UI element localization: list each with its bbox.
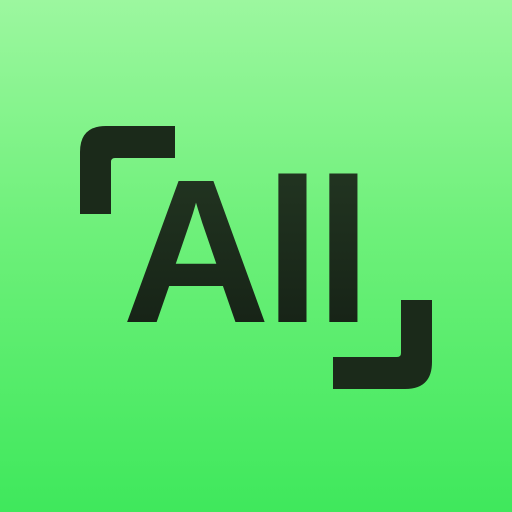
app-icon: All [0, 0, 512, 512]
logo-text: All [122, 137, 366, 366]
logo-wordmark: All [122, 137, 372, 366]
